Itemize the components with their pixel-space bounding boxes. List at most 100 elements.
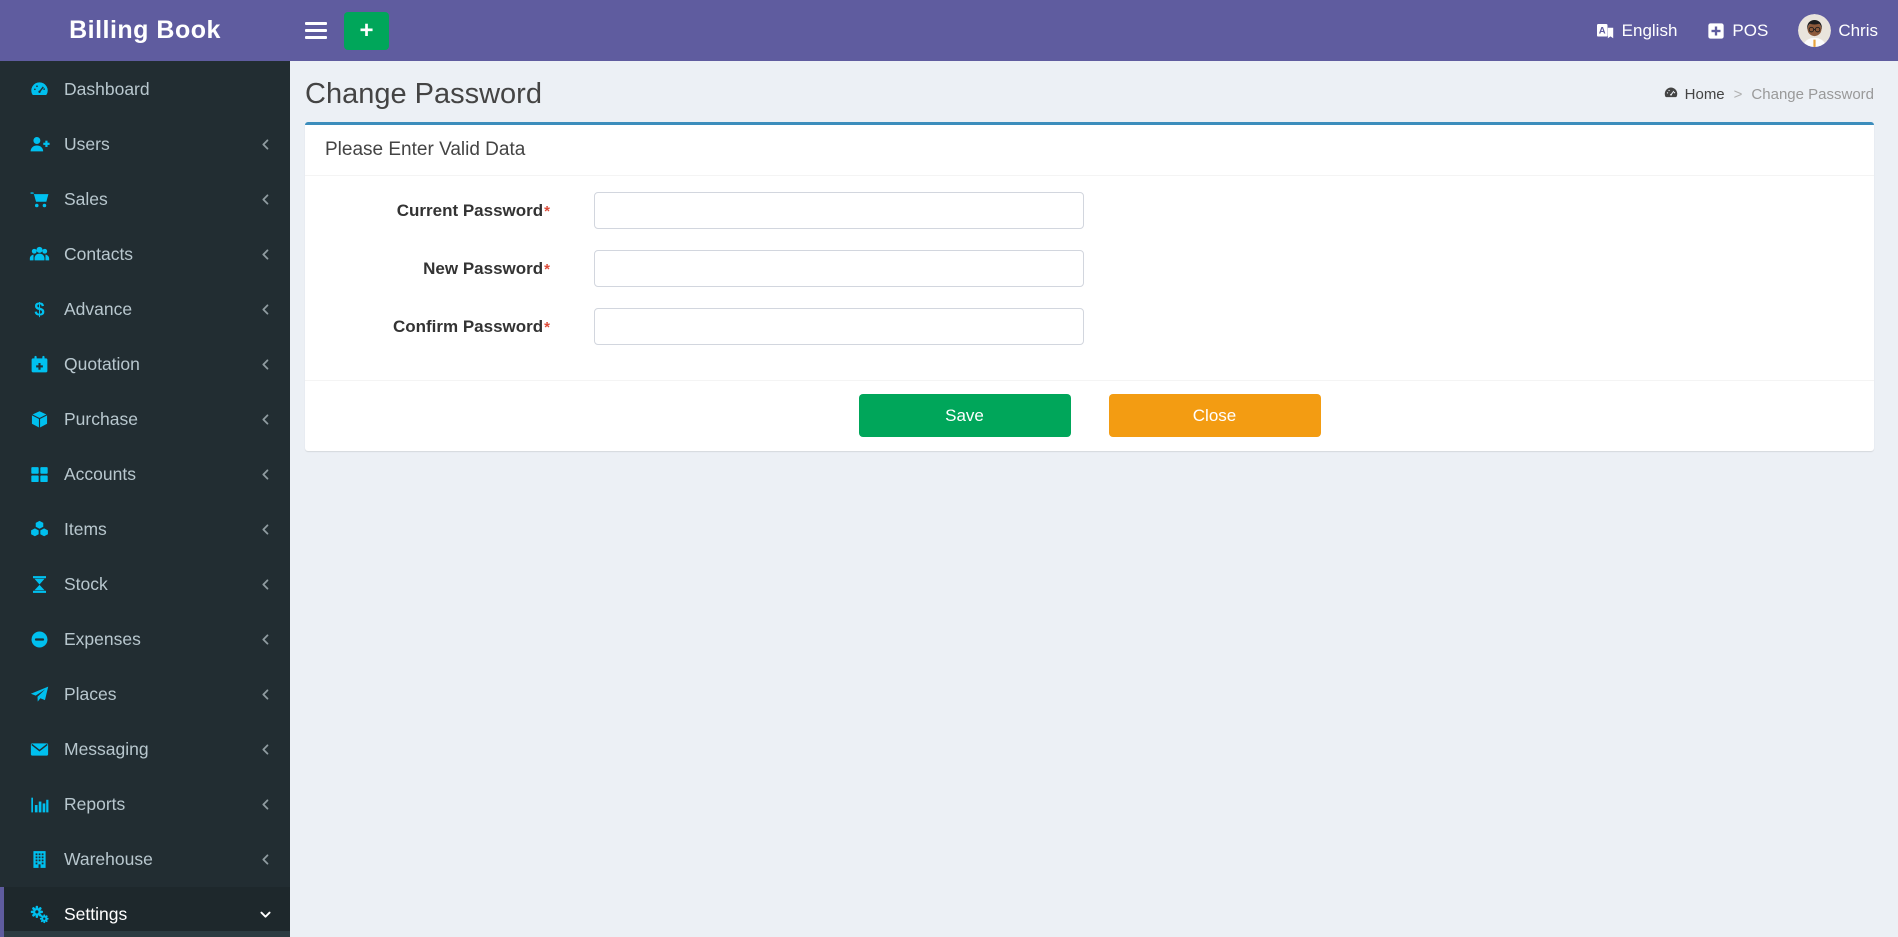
sidebar-item-label: Users bbox=[64, 134, 110, 154]
chevron-left-icon bbox=[259, 468, 272, 481]
content-header: Change Password Home > Change Password bbox=[290, 61, 1898, 116]
user-avatar bbox=[1798, 14, 1832, 47]
envelope-icon bbox=[26, 739, 52, 760]
breadcrumb-home-label: Home bbox=[1684, 86, 1725, 103]
app-logo[interactable]: Billing Book bbox=[0, 0, 290, 61]
sidebar-item-sales[interactable]: Sales bbox=[0, 172, 290, 227]
user-name-label: Chris bbox=[1838, 20, 1878, 40]
grid-icon bbox=[26, 464, 52, 485]
new-password-input[interactable] bbox=[594, 250, 1084, 287]
sidebar-item-label: Items bbox=[64, 519, 107, 539]
sidebar: Dashboard Users Sales Contacts $ Advance Quota… bbox=[0, 61, 290, 937]
new-password-label: New Password* bbox=[423, 258, 550, 278]
sidebar-item-advance[interactable]: $ Advance bbox=[0, 282, 290, 337]
sidebar-item-dashboard[interactable]: Dashboard bbox=[0, 62, 290, 117]
sidebar-item-reports[interactable]: Reports bbox=[0, 777, 290, 832]
save-button[interactable]: Save bbox=[858, 394, 1071, 437]
minus-circle-icon bbox=[26, 629, 52, 650]
sidebar-item-messaging[interactable]: Messaging bbox=[0, 722, 290, 777]
password-form-rows: Current Password* New Password* Confirm Pa… bbox=[305, 176, 1874, 380]
sidebar-item-label: Accounts bbox=[64, 464, 136, 484]
change-password-card: Please Enter Valid Data Current Password… bbox=[305, 122, 1874, 451]
sidebar-item-accounts[interactable]: Accounts bbox=[0, 447, 290, 502]
plus-square-icon bbox=[1707, 22, 1725, 40]
close-button[interactable]: Close bbox=[1108, 394, 1321, 437]
calendar-plus-icon bbox=[26, 354, 52, 375]
chevron-left-icon bbox=[259, 743, 272, 756]
dashboard-icon bbox=[1663, 85, 1679, 105]
pos-label: POS bbox=[1732, 20, 1769, 40]
card-title: Please Enter Valid Data bbox=[305, 125, 1874, 176]
chevron-left-icon bbox=[259, 138, 272, 151]
breadcrumb-home-link[interactable]: Home bbox=[1663, 85, 1725, 105]
form-row: New Password* bbox=[325, 250, 1854, 287]
paper-plane-icon bbox=[26, 684, 52, 705]
sidebar-item-label: Contacts bbox=[64, 244, 134, 264]
svg-text:A: A bbox=[1598, 25, 1605, 36]
required-marker: * bbox=[544, 260, 550, 278]
card-footer: Save Close bbox=[305, 380, 1874, 451]
required-marker: * bbox=[544, 202, 550, 220]
building-icon bbox=[26, 849, 52, 870]
hourglass-icon bbox=[26, 574, 52, 595]
chevron-left-icon bbox=[259, 358, 272, 371]
chevron-left-icon bbox=[259, 193, 272, 206]
sidebar-item-label: Messaging bbox=[64, 739, 149, 759]
form-row: Current Password* bbox=[325, 192, 1854, 229]
sidebar-item-label: Quotation bbox=[64, 354, 140, 374]
sidebar-item-purchase[interactable]: Purchase bbox=[0, 392, 290, 447]
user-menu[interactable]: Chris bbox=[1798, 14, 1878, 47]
sidebar-item-label: Stock bbox=[64, 574, 108, 594]
sidebar-item-label: Places bbox=[64, 684, 117, 704]
breadcrumb-current: Change Password bbox=[1751, 86, 1874, 103]
chevron-left-icon bbox=[259, 578, 272, 591]
sidebar-item-warehouse[interactable]: Warehouse bbox=[0, 832, 290, 887]
cart-icon bbox=[26, 189, 52, 210]
bar-chart-icon bbox=[26, 794, 52, 815]
current-password-input[interactable] bbox=[594, 192, 1084, 229]
chevron-left-icon bbox=[259, 248, 272, 261]
chevron-down-icon bbox=[259, 908, 272, 921]
chevron-left-icon bbox=[259, 853, 272, 866]
dollar-icon: $ bbox=[26, 299, 52, 320]
sidebar-item-label: Warehouse bbox=[64, 849, 153, 869]
language-menu[interactable]: A English bbox=[1595, 21, 1677, 41]
dashboard-icon bbox=[26, 79, 52, 100]
svg-text:$: $ bbox=[34, 299, 44, 320]
navbar: + A English POS Chris bbox=[290, 0, 1898, 61]
chevron-left-icon bbox=[259, 413, 272, 426]
navbar-right: A English POS Chris bbox=[1595, 14, 1878, 47]
chevron-left-icon bbox=[259, 633, 272, 646]
chevron-left-icon bbox=[259, 523, 272, 536]
confirm-password-input[interactable] bbox=[594, 308, 1084, 345]
chevron-left-icon bbox=[259, 798, 272, 811]
settings-submenu-strip bbox=[4, 931, 290, 937]
sidebar-item-items[interactable]: Items bbox=[0, 502, 290, 557]
sidebar-menu: Dashboard Users Sales Contacts $ Advance Quota… bbox=[0, 61, 290, 937]
cube-icon bbox=[26, 409, 52, 430]
form-row: Confirm Password* bbox=[325, 308, 1854, 345]
sidebar-item-expenses[interactable]: Expenses bbox=[0, 612, 290, 667]
sidebar-item-label: Reports bbox=[64, 794, 126, 814]
sidebar-toggle-icon[interactable] bbox=[305, 22, 327, 39]
page-title: Change Password bbox=[305, 78, 542, 110]
cubes-icon bbox=[26, 519, 52, 540]
chevron-left-icon bbox=[259, 303, 272, 316]
sidebar-item-label: Dashboard bbox=[64, 79, 150, 99]
sidebar-item-settings[interactable]: Settings bbox=[0, 887, 290, 937]
sidebar-item-users[interactable]: Users bbox=[0, 117, 290, 172]
sidebar-item-places[interactable]: Places bbox=[0, 667, 290, 722]
sidebar-item-label: Settings bbox=[64, 904, 128, 924]
gears-icon bbox=[26, 904, 52, 925]
sidebar-item-label: Expenses bbox=[64, 629, 141, 649]
users-icon bbox=[26, 244, 52, 265]
chevron-left-icon bbox=[259, 688, 272, 701]
sidebar-item-quotation[interactable]: Quotation bbox=[0, 337, 290, 392]
user-plus-icon bbox=[26, 134, 52, 155]
top-navbar: Billing Book + A English POS Chris bbox=[0, 0, 1898, 61]
sidebar-item-contacts[interactable]: Contacts bbox=[0, 227, 290, 282]
sidebar-item-stock[interactable]: Stock bbox=[0, 557, 290, 612]
pos-menu[interactable]: POS bbox=[1707, 21, 1768, 41]
quick-add-button[interactable]: + bbox=[344, 11, 389, 50]
sidebar-item-label: Purchase bbox=[64, 409, 138, 429]
